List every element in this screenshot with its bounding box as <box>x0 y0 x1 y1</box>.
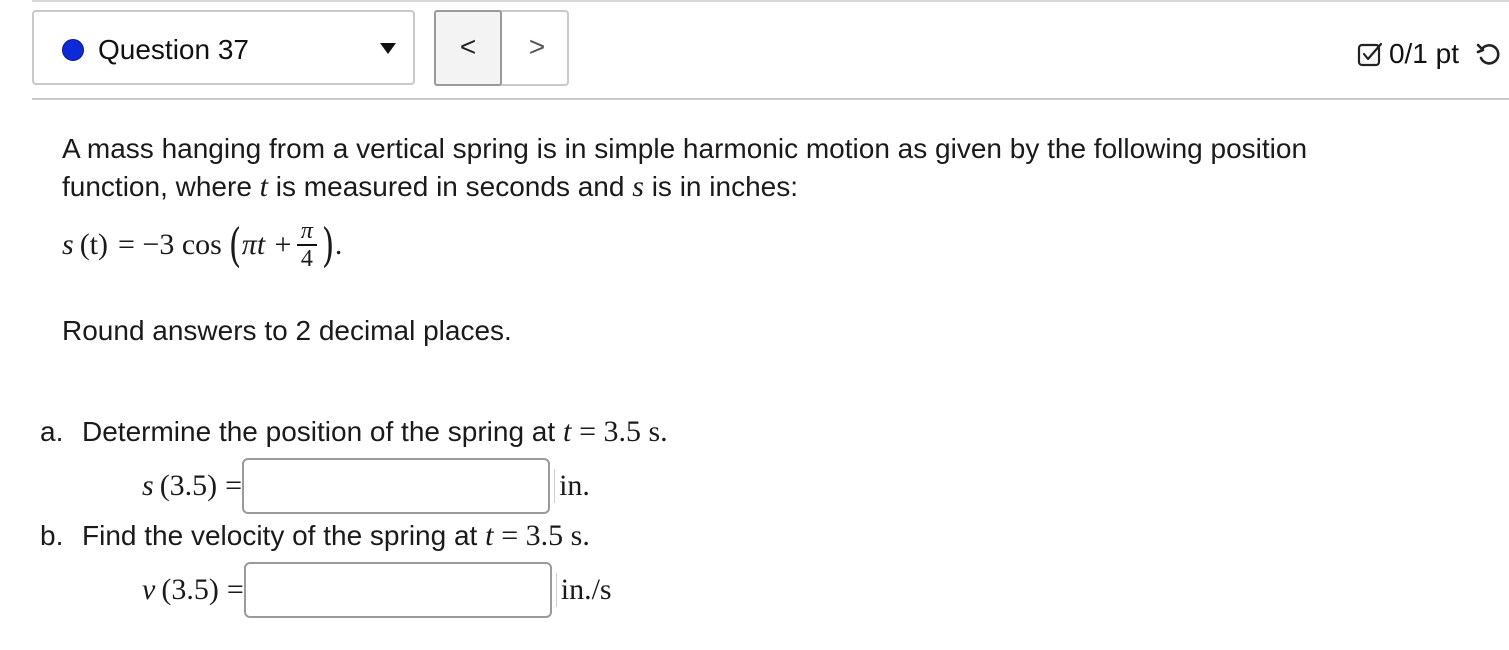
formula-lhs-arg: (t) <box>79 228 109 261</box>
formula-eq: = −3 cos <box>118 228 222 261</box>
part-a-text: Determine the position of the spring at <box>82 416 556 447</box>
formula-inner: πt + <box>241 228 293 261</box>
part-a-var: t <box>562 415 572 448</box>
velocity-answer-input[interactable] <box>243 562 552 618</box>
intro-text-c: is in inches: <box>651 171 798 202</box>
part-a-lhs-var: s <box>142 469 154 502</box>
previous-question-button[interactable]: < <box>434 10 502 86</box>
var-t: t <box>259 170 269 203</box>
position-formula: s (t) = −3 cos ( πt + π 4 ) . <box>62 215 342 275</box>
part-a-unit: in. <box>554 469 590 503</box>
var-s: s <box>632 170 644 203</box>
intro-text-a: function, where <box>62 171 252 202</box>
question-body: A mass hanging from a vertical spring is… <box>62 130 1482 346</box>
part-a-lhs-arg: (3.5) <box>159 469 218 502</box>
top-divider <box>32 0 1509 2</box>
question-nav: < > <box>434 10 569 86</box>
part-b-var: t <box>485 519 494 552</box>
caret-down-icon <box>380 43 396 54</box>
retry-icon[interactable] <box>1475 40 1503 68</box>
intro-text-b: is measured in seconds and <box>275 171 625 202</box>
score-text: 0/1 pt <box>1388 38 1459 69</box>
part-a-answer-row: s (3.5) = in. <box>142 456 590 516</box>
part-b-answer-row: v (3.5) = in./s <box>142 560 612 620</box>
fraction: π 4 <box>296 218 317 272</box>
part-a-letter: a. <box>40 416 64 447</box>
round-note: Round answers to 2 decimal places. <box>62 315 512 346</box>
part-b-prompt: b. Find the velocity of the spring at t =… <box>40 517 590 555</box>
question-select[interactable]: Question 37 <box>32 10 415 85</box>
part-b-letter: b. <box>40 520 64 551</box>
part-a-prompt: a. Determine the position of the spring a… <box>40 413 668 451</box>
close-paren: ) <box>321 218 335 272</box>
problem-text: A mass hanging from a vertical spring is… <box>62 130 1482 206</box>
open-paren: ( <box>228 218 242 272</box>
checkbox-score-icon <box>1357 42 1383 67</box>
question-label: Question 37 <box>98 34 249 65</box>
part-b-lhs-arg: (3.5) <box>161 573 219 606</box>
part-a-cond: = 3.5 s. <box>579 415 668 448</box>
part-a-eq: = <box>225 469 243 502</box>
part-b-unit: in./s <box>555 573 612 607</box>
part-b-cond: = 3.5 s. <box>501 519 590 552</box>
part-b-text: Find the velocity of the spring at <box>82 520 478 551</box>
status-dot-icon <box>62 39 84 61</box>
fraction-numerator: π <box>300 218 313 244</box>
position-answer-input[interactable] <box>242 458 551 514</box>
intro-line-1: A mass hanging from a vertical spring is… <box>62 133 1308 164</box>
next-question-button[interactable]: > <box>504 12 570 84</box>
part-b-eq: = <box>226 573 244 606</box>
fraction-denominator: 4 <box>300 246 313 272</box>
formula-end: . <box>334 228 343 261</box>
formula-lhs-var: s <box>62 228 74 261</box>
part-b-lhs-var: v <box>142 573 156 606</box>
question-header: Question 37 < > 0/1 pt <box>32 10 1509 100</box>
intro-line-2: function, where t is measured in seconds… <box>62 168 1482 206</box>
score-area: 0/1 pt <box>1357 34 1503 74</box>
